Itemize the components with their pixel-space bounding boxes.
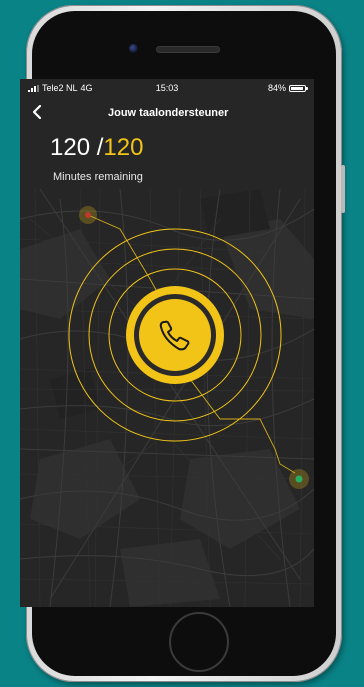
status-bar: Tele2 NL 4G 15:03 84%: [20, 79, 314, 97]
phone-icon: [159, 320, 190, 351]
earpiece-speaker: [157, 47, 219, 52]
minutes-remaining-label: Minutes remaining: [53, 171, 143, 183]
power-button: [341, 165, 345, 213]
back-chevron-icon[interactable]: [30, 104, 50, 124]
home-button[interactable]: [169, 612, 229, 672]
front-camera: [129, 44, 138, 53]
battery-percent: 84%: [267, 83, 286, 93]
minutes-used: 120: [50, 134, 91, 161]
minutes-counter: 120 /120: [50, 134, 143, 162]
minutes-total: 120: [103, 134, 144, 161]
page-title: Jouw taalondersteuner: [108, 107, 229, 119]
app-screen: Tele2 NL 4G 15:03 84% Jouw taalondersteu…: [20, 79, 314, 607]
call-button[interactable]: [135, 295, 215, 375]
nav-bar: Jouw taalondersteuner: [20, 101, 314, 125]
battery-icon: [289, 84, 308, 92]
